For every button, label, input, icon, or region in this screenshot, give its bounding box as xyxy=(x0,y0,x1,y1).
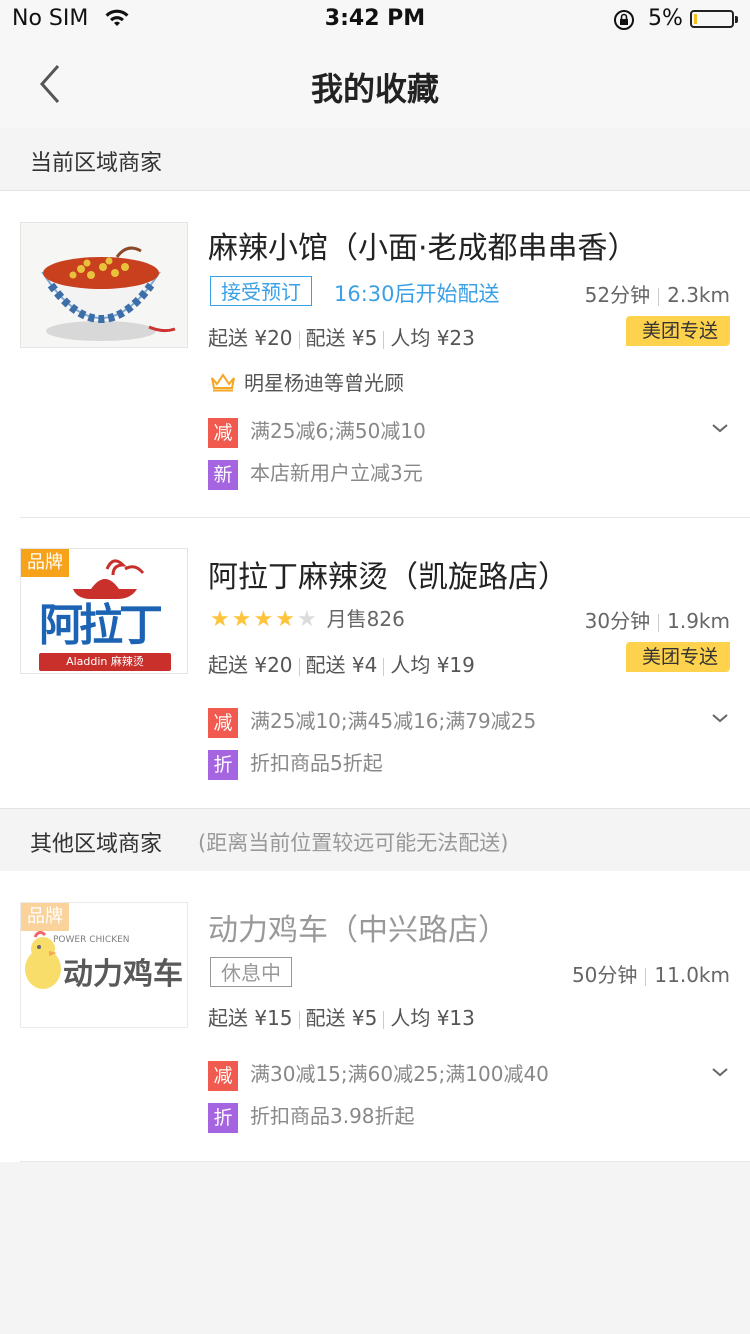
delivery-fee: 配送 ¥5 xyxy=(305,326,378,350)
section-note: (距离当前位置较远可能无法配送) xyxy=(198,831,509,855)
brand-tag: 品牌 xyxy=(21,903,69,931)
sale-icon: 折 xyxy=(208,1102,238,1133)
preorder-time: 16:30后开始配送 xyxy=(334,282,500,306)
shop-thumbnail: POWER CHICKEN 动力鸡车 品牌 xyxy=(20,902,188,1028)
delivery-time: 50分钟 xyxy=(571,963,638,987)
delivery-fee: 配送 ¥4 xyxy=(305,653,378,677)
logo-text: 阿拉丁 xyxy=(39,600,163,651)
promo-text: 折扣商品5折起 xyxy=(250,751,383,775)
promo-row: 折折扣商品3.98折起 xyxy=(208,1100,415,1133)
distance: 11.0km xyxy=(654,963,730,987)
sale-icon: 折 xyxy=(208,749,238,780)
distance: 1.9km xyxy=(667,609,730,633)
fame-text: 明星杨迪等曾光顾 xyxy=(244,371,404,395)
per-capita: 人均 ¥23 xyxy=(390,326,475,350)
battery-percent: 5% xyxy=(648,6,683,31)
shop-thumbnail: 阿拉丁 Aladdin 麻辣烫 品牌 xyxy=(20,548,188,674)
section-header-other: 其他区域商家 (距离当前位置较远可能无法配送) xyxy=(0,808,750,872)
star-icon: ★ xyxy=(210,607,230,632)
promo-row: 减满30减15;满60减25;满100减40 xyxy=(208,1058,549,1091)
promo-text: 满25减10;满45减16;满79减25 xyxy=(250,709,537,733)
shop-name: 动力鸡车（中兴路店） xyxy=(208,913,508,948)
fee-row: 起送 ¥20 配送 ¥4 人均 ¥19 xyxy=(208,649,475,678)
divider xyxy=(20,1161,750,1162)
star-icon: ★ xyxy=(275,607,295,632)
status-time: 3:42 PM xyxy=(324,6,426,31)
logo-chinese: 动力鸡车 xyxy=(63,957,183,992)
discount-icon: 减 xyxy=(208,1060,238,1091)
nav-bar: 我的收藏 xyxy=(0,40,750,128)
shop-card[interactable]: 麻辣小馆（小面·老成都串串香） 接受预订 16:30后开始配送 52分钟 2.3k… xyxy=(0,191,750,518)
section-label: 其他区域商家 xyxy=(30,832,163,857)
per-capita: 人均 ¥13 xyxy=(390,1006,475,1030)
promo-text: 折扣商品3.98折起 xyxy=(250,1104,415,1128)
promo-text: 本店新用户立减3元 xyxy=(250,461,423,485)
section-label: 当前区域商家 xyxy=(30,151,163,176)
promo-row: 新本店新用户立减3元 xyxy=(208,457,423,490)
discount-icon: 减 xyxy=(208,417,238,448)
star-icon: ★ xyxy=(253,607,274,632)
shop-card[interactable]: POWER CHICKEN 动力鸡车 品牌 动力鸡车（中兴路店） 休息中 50分… xyxy=(0,871,750,1162)
delivery-time-distance: 30分钟 1.9km xyxy=(585,605,730,634)
delivery-badge: 美团专送 xyxy=(625,642,730,672)
min-order: 起送 ¥20 xyxy=(208,326,293,350)
delivery-time-distance: 52分钟 2.3km xyxy=(585,279,730,308)
section-header-current: 当前区域商家 xyxy=(0,128,750,191)
shop-name: 阿拉丁麻辣烫（凯旋路店） xyxy=(208,560,568,595)
promo-text: 满30减15;满60减25;满100减40 xyxy=(250,1062,549,1086)
promo-text: 满25减6;满50减10 xyxy=(250,419,426,443)
delivery-fee: 配送 ¥5 xyxy=(305,1006,378,1030)
logo-english: POWER CHICKEN xyxy=(53,935,130,945)
discount-icon: 减 xyxy=(208,707,238,738)
delivery-badge: 美团专送 xyxy=(625,316,730,346)
status-bar: No SIM 3:42 PM 5% xyxy=(0,0,750,40)
delivery-time: 30分钟 xyxy=(584,609,651,633)
new-user-icon: 新 xyxy=(208,459,238,490)
monthly-sales: 月售826 xyxy=(326,607,405,631)
star-icon: ★ xyxy=(231,607,252,632)
per-capita: 人均 ¥19 xyxy=(390,653,475,677)
min-order: 起送 ¥15 xyxy=(208,1006,293,1030)
page-title: 我的收藏 xyxy=(310,70,439,108)
shop-thumbnail xyxy=(20,222,188,348)
star-empty-icon: ★ xyxy=(296,607,317,632)
fee-row: 起送 ¥15 配送 ¥5 人均 ¥13 xyxy=(208,1002,475,1031)
chevron-down-icon[interactable] xyxy=(710,421,730,435)
rating-stars: ★★★★★ 月售826 xyxy=(210,603,405,632)
battery-icon xyxy=(690,10,738,28)
promo-row: 折折扣商品5折起 xyxy=(208,747,383,780)
logo-subtitle: Aladdin 麻辣烫 xyxy=(39,653,171,671)
chevron-down-icon[interactable] xyxy=(710,1065,730,1079)
promo-row: 减满25减6;满50减10 xyxy=(208,415,426,448)
rotation-lock-icon xyxy=(612,8,636,38)
closed-status-tag: 休息中 xyxy=(210,957,292,987)
distance: 2.3km xyxy=(667,283,730,307)
crown-icon xyxy=(210,372,238,397)
fame-row: 明星杨迪等曾光顾 xyxy=(210,367,404,397)
preorder-tag: 接受预订 xyxy=(210,276,312,306)
delivery-time: 52分钟 xyxy=(584,283,651,307)
shop-card[interactable]: 阿拉丁 Aladdin 麻辣烫 品牌 阿拉丁麻辣烫（凯旋路店） ★★★★★ 月售8… xyxy=(0,518,750,808)
promo-row: 减满25减10;满45减16;满79减25 xyxy=(208,705,536,738)
min-order: 起送 ¥20 xyxy=(208,653,293,677)
shop-name: 麻辣小馆（小面·老成都串串香） xyxy=(208,231,638,266)
chevron-down-icon[interactable] xyxy=(710,711,730,725)
brand-tag: 品牌 xyxy=(21,549,69,577)
delivery-time-distance: 50分钟 11.0km xyxy=(572,959,730,988)
fee-row: 起送 ¥20 配送 ¥5 人均 ¥23 xyxy=(208,322,475,351)
